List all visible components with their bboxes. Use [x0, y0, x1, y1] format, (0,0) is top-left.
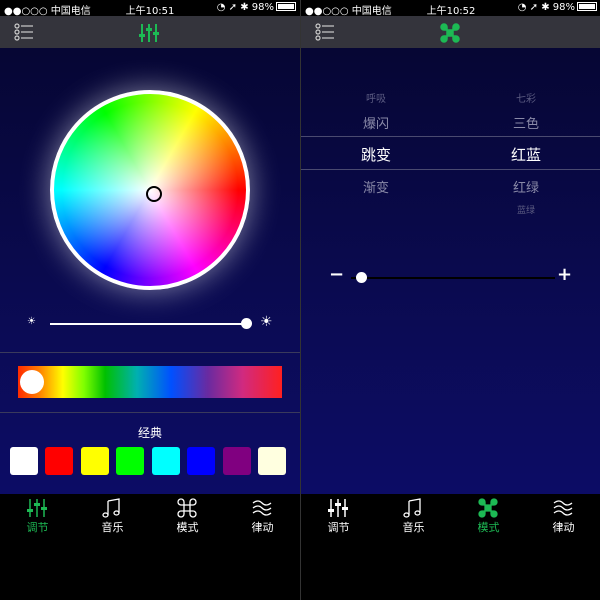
tab-label: 调节 — [327, 521, 350, 534]
tab-music[interactable]: 音乐 — [376, 494, 451, 540]
music-note-icon — [403, 498, 421, 518]
tab-label: 律动 — [251, 521, 274, 534]
tab-label: 模式 — [176, 521, 199, 534]
list-icon[interactable] — [14, 23, 34, 41]
brightness-slider-thumb[interactable] — [240, 318, 252, 329]
minus-icon[interactable]: − — [329, 264, 344, 285]
speed-slider-thumb[interactable] — [355, 272, 367, 283]
tab-rhythm[interactable]: 律动 — [526, 494, 600, 540]
tab-label: 调节 — [26, 521, 49, 534]
tab-label: 律动 — [552, 521, 575, 534]
picker-selection-line — [301, 169, 600, 170]
picker-selection-line — [301, 136, 600, 137]
sliders-icon — [27, 499, 47, 517]
divider — [0, 352, 300, 353]
battery-icon — [276, 2, 296, 11]
tab-rhythm[interactable]: 律动 — [225, 494, 300, 540]
tab-music[interactable]: 音乐 — [75, 494, 150, 540]
brightness-high-icon: ☀ — [260, 314, 273, 330]
tab-bar: 调节 音乐 模式 律动 — [0, 494, 300, 600]
tab-adjust[interactable]: 调节 — [301, 494, 376, 540]
wave-icon — [252, 500, 272, 516]
swatch-purple[interactable] — [223, 447, 251, 475]
command-icon — [177, 498, 197, 518]
status-icons: ◔ ➚ ✱ — [517, 2, 553, 13]
swatch-blue[interactable] — [187, 447, 215, 475]
picker-left-item[interactable]: 渐变 — [301, 177, 451, 196]
battery-icon — [577, 2, 597, 11]
plus-icon[interactable]: + — [557, 264, 572, 285]
tab-bar: 调节 音乐 模式 律动 — [301, 494, 600, 600]
status-icons: ◔ ➚ ✱ — [216, 2, 252, 13]
status-bar: ●●○○○ 中国电信 上午10:51 ◔ ➚ ✱ 98% — [0, 0, 300, 17]
tab-mode[interactable]: 模式 — [451, 494, 526, 540]
status-right: ◔ ➚ ✱ 98% — [217, 2, 296, 13]
divider — [0, 412, 300, 413]
brightness-low-icon: ☀ — [27, 316, 36, 327]
color-wheel[interactable] — [50, 90, 250, 290]
picker-right-item[interactable]: 七彩 — [451, 90, 600, 105]
picker-left-item[interactable]: 呼吸 — [301, 90, 451, 105]
brightness-slider[interactable] — [50, 323, 246, 325]
color-wheel-picker[interactable] — [146, 186, 162, 202]
swatch-light-yellow[interactable] — [258, 447, 286, 475]
color-spectrum-bar[interactable] — [18, 366, 282, 398]
tab-label: 音乐 — [101, 521, 124, 534]
spectrum-thumb[interactable] — [20, 370, 44, 394]
tab-label: 模式 — [477, 521, 500, 534]
swatch-white[interactable] — [10, 447, 38, 475]
list-icon[interactable] — [315, 23, 335, 41]
picker-right-item[interactable]: 蓝绿 — [451, 203, 600, 216]
wave-icon — [553, 500, 573, 516]
swatch-cyan[interactable] — [152, 447, 180, 475]
picker-left-item[interactable]: 爆闪 — [301, 113, 451, 132]
command-icon — [440, 23, 460, 43]
classic-label: 经典 — [137, 426, 162, 440]
tab-mode[interactable]: 模式 — [150, 494, 225, 540]
status-right: ◔ ➚ ✱ 98% — [518, 2, 597, 13]
adjust-screen: ●●○○○ 中国电信 上午10:51 ◔ ➚ ✱ 98% ☀ ☀ 经典 调节 音… — [0, 0, 300, 600]
picker-left-selected[interactable]: 跳变 — [301, 144, 451, 165]
music-note-icon — [102, 498, 120, 518]
status-bar: ●●○○○ 中国电信 上午10:52 ◔ ➚ ✱ 98% — [301, 0, 600, 17]
mode-screen: ●●○○○ 中国电信 上午10:52 ◔ ➚ ✱ 98% 呼吸 七彩 爆闪 三色… — [300, 0, 600, 600]
battery-percent: 98% — [251, 2, 274, 13]
speed-slider[interactable] — [351, 277, 555, 279]
battery-percent: 98% — [552, 2, 575, 13]
nav-bar — [301, 16, 600, 48]
sliders-icon — [328, 499, 348, 517]
nav-bar — [0, 16, 300, 48]
command-icon — [478, 498, 498, 518]
picker-right-item[interactable]: 红绿 — [451, 177, 600, 196]
swatch-red[interactable] — [45, 447, 73, 475]
picker-right-item[interactable]: 三色 — [451, 113, 600, 132]
tab-label: 音乐 — [402, 521, 425, 534]
tab-adjust[interactable]: 调节 — [0, 494, 75, 540]
picker-right-selected[interactable]: 红蓝 — [451, 144, 600, 165]
swatch-yellow[interactable] — [81, 447, 109, 475]
sliders-icon — [139, 24, 159, 42]
swatch-green[interactable] — [116, 447, 144, 475]
